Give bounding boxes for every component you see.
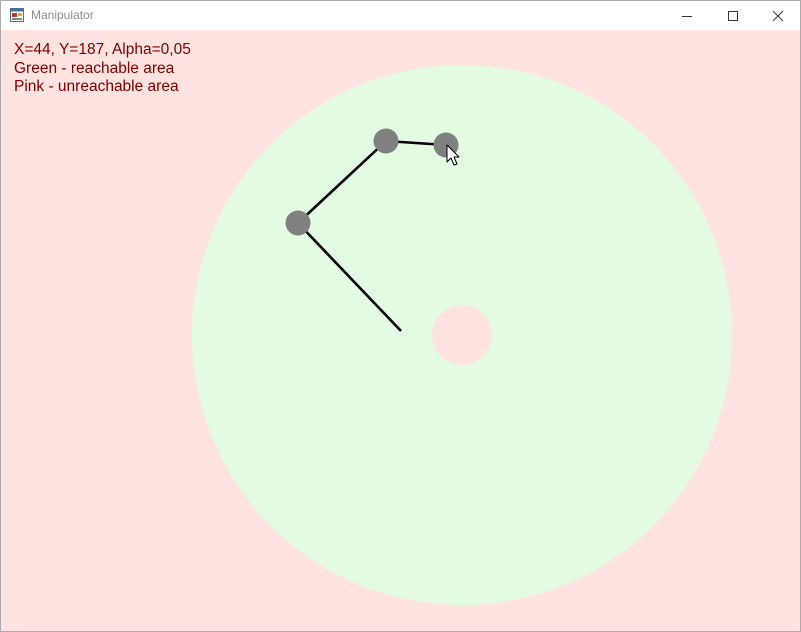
green-legend: Green - reachable area — [14, 59, 175, 77]
inner-unreachable-area — [432, 305, 492, 365]
maximize-icon — [728, 10, 738, 21]
drawing-area[interactable]: X=44, Y=187, Alpha=0,05 Green - reachabl… — [1, 30, 800, 631]
close-button[interactable] — [755, 1, 801, 30]
title-bar[interactable]: Manipulator — [1, 1, 800, 30]
joint-elbow[interactable] — [285, 210, 311, 236]
window-title: Manipulator — [31, 8, 94, 22]
maximize-button[interactable] — [710, 1, 756, 30]
manipulator-window: Manipulator X=44, Y=187, Alpha=0,05 Gree… — [0, 0, 801, 632]
joint-wrist[interactable] — [373, 128, 399, 154]
pink-legend: Pink - unreachable area — [14, 78, 179, 95]
close-icon — [772, 10, 784, 21]
app-icon — [10, 8, 24, 22]
info-text: X=44, Y=187, Alpha=0,05 Green - reachabl… — [14, 41, 191, 97]
minimize-icon — [682, 15, 692, 17]
coordinates-readout: X=44, Y=187, Alpha=0,05 — [14, 41, 191, 58]
workspace-canvas[interactable] — [1, 30, 800, 631]
minimize-button[interactable] — [664, 1, 710, 30]
